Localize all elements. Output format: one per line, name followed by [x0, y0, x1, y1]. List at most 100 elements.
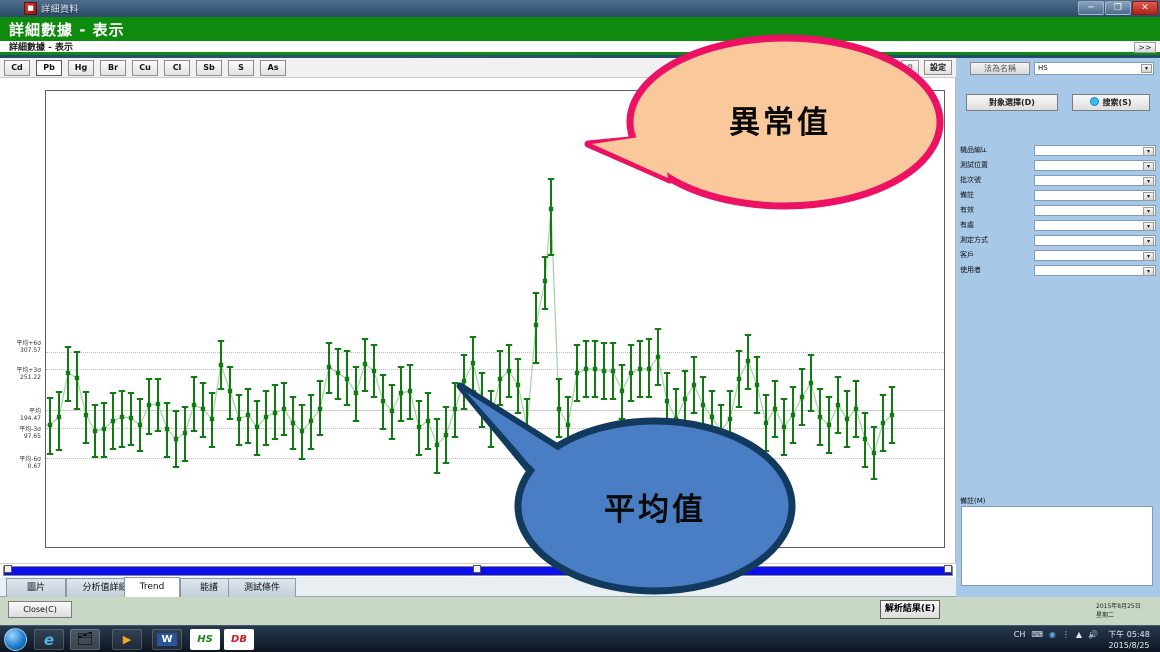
- internet-explorer-icon[interactable]: e: [34, 629, 64, 650]
- scrollbar-grip-left[interactable]: [4, 565, 12, 573]
- field-select-customer[interactable]: ▾: [1034, 250, 1156, 261]
- data-point-95: [861, 412, 869, 468]
- profile-select[interactable]: HS ▾: [1034, 62, 1154, 75]
- data-point-18: [172, 410, 180, 468]
- element-button-as[interactable]: As: [260, 59, 286, 76]
- data-point-12: [118, 390, 126, 448]
- file-explorer-icon[interactable]: 🗂: [70, 629, 100, 650]
- chevron-down-icon[interactable]: ▾: [1143, 147, 1154, 156]
- close-dialog-button[interactable]: Close(C): [8, 601, 72, 618]
- element-button-sb[interactable]: Sb: [196, 59, 222, 76]
- restore-button[interactable]: ❐: [1105, 1, 1131, 15]
- data-point-97: [879, 394, 887, 452]
- app-icon: ■: [24, 2, 37, 15]
- chevron-down-icon[interactable]: ▾: [1143, 267, 1154, 276]
- field-select-method[interactable]: ▾: [1034, 235, 1156, 246]
- select-target-button[interactable]: 對象選擇(D): [966, 94, 1058, 111]
- data-point-98: [888, 386, 896, 444]
- data-point-92: [834, 376, 842, 434]
- minimize-button[interactable]: ─: [1078, 1, 1104, 15]
- data-point-96: [870, 426, 878, 480]
- axis-label-plus6sigma: 平均+6σ 307.57: [16, 340, 41, 354]
- field-label-method: 測定方式: [960, 236, 988, 244]
- data-point-22: [208, 392, 216, 448]
- data-point-93: [843, 390, 851, 448]
- window-title: 詳細資料: [41, 5, 80, 15]
- tab-image[interactable]: 圖片: [6, 578, 66, 597]
- field-select-valid[interactable]: ▾: [1034, 205, 1156, 216]
- tray-ime-indicator[interactable]: CH: [1014, 630, 1026, 639]
- chevron-down-icon[interactable]: ▾: [1143, 177, 1154, 186]
- element-button-cu[interactable]: Cu: [132, 59, 158, 76]
- tray-show-hidden-icon[interactable]: ▲: [1076, 630, 1082, 639]
- search-sidebar: 法為名稱 HS ▾ 對象選擇(D) 搜索(S) 機品編և ▾ 測試位置 ▾ 批次…: [956, 58, 1160, 597]
- chevron-down-icon[interactable]: ▾: [1143, 162, 1154, 171]
- notes-textarea[interactable]: [961, 506, 1153, 586]
- search-button[interactable]: 搜索(S): [1072, 94, 1150, 111]
- axis-label-plus3sigma: 平均+3σ 251.22: [16, 367, 41, 381]
- search-icon: [1090, 97, 1100, 106]
- mean-callout-text: 平均值: [604, 492, 706, 528]
- tray-network-icon[interactable]: ◉: [1049, 630, 1056, 639]
- axis-label-minus6sigma: 平均-6σ 0.67: [19, 456, 41, 470]
- data-point-94: [852, 380, 860, 438]
- field-select-lot-number[interactable]: ▾: [1034, 175, 1156, 186]
- data-point-16: [154, 378, 162, 432]
- data-point-21: [199, 382, 207, 438]
- data-point-59: [541, 256, 549, 310]
- system-tray: CH ⌨ ◉ ⋮ ▲ 🔊: [1014, 630, 1098, 639]
- start-button-icon[interactable]: [4, 628, 27, 651]
- expand-panel-button[interactable]: >>: [1134, 42, 1156, 53]
- data-point-33: [307, 394, 315, 450]
- scrollbar-grip-right[interactable]: [944, 565, 952, 573]
- data-point-32: [298, 404, 306, 460]
- close-button[interactable]: ✕: [1132, 1, 1158, 15]
- tab-trend[interactable]: Trend: [124, 577, 180, 597]
- field-select-sample-id[interactable]: ▾: [1034, 145, 1156, 156]
- element-button-cl[interactable]: Cl: [164, 59, 190, 76]
- hs-easy-icon[interactable]: HS: [190, 629, 220, 650]
- chart-y-axis-labels: 平均+6σ 307.57 平均+3σ 251.22 平均 194.47 平均-3…: [0, 90, 44, 548]
- chevron-down-icon[interactable]: ▾: [1143, 237, 1154, 246]
- chevron-down-icon[interactable]: ▾: [1141, 64, 1152, 73]
- media-player-icon[interactable]: ▶: [112, 629, 142, 650]
- data-point-43: [397, 366, 405, 422]
- outlier-callout-text: 異常值: [729, 105, 831, 141]
- chevron-down-icon[interactable]: ▾: [1143, 252, 1154, 261]
- tray-keyboard-icon[interactable]: ⌨: [1031, 630, 1043, 639]
- data-point-5: [55, 391, 63, 451]
- footer-date-line1: 2015年8月25日: [1096, 603, 1141, 610]
- element-button-pb[interactable]: Pb: [36, 59, 62, 76]
- chevron-down-icon[interactable]: ▾: [1143, 222, 1154, 231]
- field-label-sample-id: 機品編և: [960, 146, 987, 154]
- field-select-test-position[interactable]: ▾: [1034, 160, 1156, 171]
- analysis-result-button[interactable]: 解析結果(E): [880, 600, 940, 619]
- element-button-br[interactable]: Br: [100, 59, 126, 76]
- taskbar-clock[interactable]: 下午 05:48 2015/8/25: [1102, 629, 1156, 651]
- db-easy-icon[interactable]: DB: [224, 629, 254, 650]
- element-button-hg[interactable]: Hg: [68, 59, 94, 76]
- tray-overflow-icon[interactable]: ⋮: [1062, 630, 1070, 639]
- field-select-remark[interactable]: ▾: [1034, 190, 1156, 201]
- field-select-location[interactable]: ▾: [1034, 220, 1156, 231]
- tab-test-conditions[interactable]: 測試條件: [228, 578, 296, 597]
- element-button-s[interactable]: S: [228, 59, 254, 76]
- word-icon[interactable]: W: [152, 629, 182, 650]
- data-point-28: [262, 390, 270, 446]
- chevron-down-icon[interactable]: ▾: [1143, 207, 1154, 216]
- field-select-user[interactable]: ▾: [1034, 265, 1156, 276]
- data-point-34: [316, 380, 324, 436]
- data-point-25: [235, 394, 243, 446]
- tray-volume-icon[interactable]: 🔊: [1088, 630, 1098, 639]
- data-point-42: [388, 384, 396, 440]
- element-button-cd[interactable]: Cd: [4, 59, 30, 76]
- clock-date: 2015/8/25: [1108, 641, 1150, 650]
- chevron-down-icon[interactable]: ▾: [1143, 192, 1154, 201]
- profile-select-value: HS: [1038, 64, 1048, 72]
- data-point-24: [226, 366, 234, 420]
- window-titlebar[interactable]: ■ 詳細資料 ─ ❐ ✕: [0, 0, 1160, 17]
- window-controls: ─ ❐ ✕: [1077, 1, 1158, 15]
- data-point-20: [190, 376, 198, 432]
- profile-name-button[interactable]: 法為名稱: [970, 62, 1030, 75]
- footer-date-line2: 星期二: [1096, 612, 1115, 619]
